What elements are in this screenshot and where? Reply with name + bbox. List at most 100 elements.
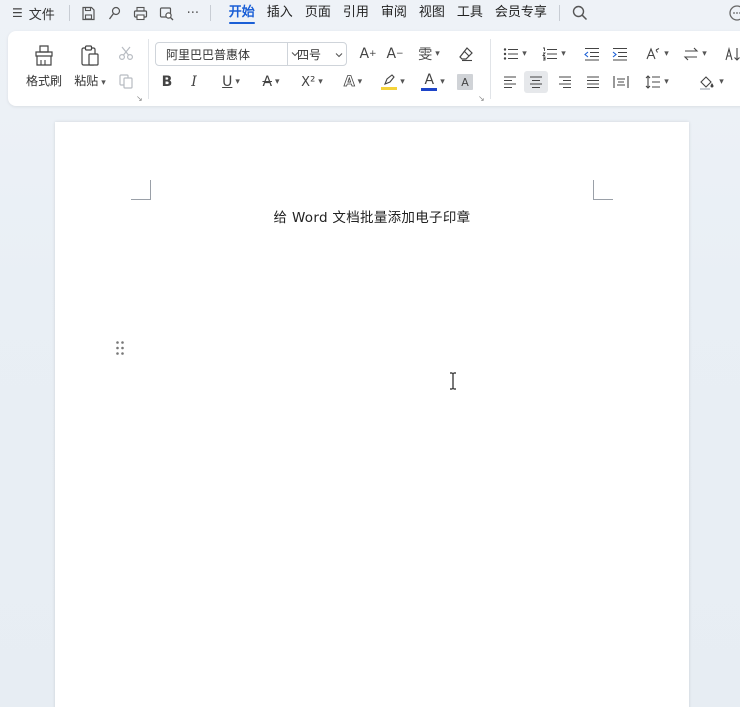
line-spacing-button[interactable]: ▾ xyxy=(640,71,674,93)
font-color-label: A xyxy=(424,71,435,88)
increase-indent-button[interactable] xyxy=(610,43,630,65)
sort-icon xyxy=(725,46,740,61)
search-icon[interactable] xyxy=(570,3,590,23)
strikethrough-label: A xyxy=(262,74,273,90)
tab-insert[interactable]: 插入 xyxy=(261,0,299,26)
tab-tools[interactable]: 工具 xyxy=(451,0,489,26)
bullet-list-icon xyxy=(504,48,519,60)
strikethrough-button[interactable]: A ▾ xyxy=(254,71,288,93)
swap-arrows-icon xyxy=(683,47,699,61)
align-left-button[interactable] xyxy=(499,71,521,93)
tab-member[interactable]: 会员专享 xyxy=(489,0,553,26)
tab-home[interactable]: 开始 xyxy=(223,0,261,26)
drag-handle-icon[interactable] xyxy=(115,340,125,356)
paste-label: 粘贴 ▾ xyxy=(74,73,106,88)
export-icon[interactable] xyxy=(106,4,124,22)
divider xyxy=(558,5,560,21)
underline-button[interactable]: U ▾ xyxy=(214,71,248,93)
paste-icon xyxy=(81,44,99,66)
group-divider xyxy=(148,39,149,99)
distribute-button[interactable] xyxy=(610,71,632,93)
format-painter-button[interactable]: 格式刷 xyxy=(22,41,66,91)
increase-indent-icon xyxy=(612,47,627,61)
margin-corner-marker xyxy=(593,180,613,200)
text-cursor-icon xyxy=(448,372,458,390)
ribbon-panel: 格式刷 粘贴 ▾ ↘ 阿里巴巴普惠体 四号 A + A − 雯 ▾ B I U ▾ A ▾ … xyxy=(8,31,740,106)
decrease-font-button[interactable]: A − xyxy=(385,43,405,65)
font-color-button[interactable]: A ▾ xyxy=(416,71,450,93)
shading-button[interactable]: ▾ xyxy=(694,71,728,93)
text-effect-label: A xyxy=(343,74,355,91)
margin-corner-marker xyxy=(131,180,151,200)
justify-icon xyxy=(587,76,599,88)
eraser-icon xyxy=(459,47,473,62)
text-direction-icon xyxy=(646,47,660,60)
document-title-text[interactable]: 给 Word 文档批量添加电子印章 xyxy=(55,206,689,226)
file-menu-label: 文件 xyxy=(28,7,55,23)
font-name-select[interactable]: 阿里巴巴普惠体 四号 xyxy=(155,42,347,66)
line-spacing-icon xyxy=(645,75,661,89)
italic-button[interactable]: I xyxy=(185,71,203,93)
tab-review[interactable]: 审阅 xyxy=(375,0,413,26)
highlight-color-swatch xyxy=(381,87,398,90)
char-shading-button[interactable]: A xyxy=(457,74,473,90)
ribbon-tabs: 开始 插入 页面 引用 审阅 视图 工具 会员专享 xyxy=(223,0,553,26)
tab-view[interactable]: 视图 xyxy=(413,0,451,26)
font-color-swatch xyxy=(421,87,438,91)
menu-bar: ☰ 文件 ··· 开始 插入 页面 引用 审阅 视图 工具 会员专享 xyxy=(0,0,740,26)
clear-format-button[interactable] xyxy=(455,43,477,65)
font-dialog-launcher-icon[interactable]: ↘ xyxy=(478,94,486,103)
copy-icon[interactable] xyxy=(116,71,136,91)
font-name-value: 阿里巴巴普惠体 xyxy=(166,47,251,62)
group-divider xyxy=(490,39,491,99)
font-size-value: 四号 xyxy=(297,47,322,62)
paint-bucket-icon xyxy=(700,76,714,90)
sort-direction-button[interactable]: ▾ xyxy=(679,43,711,65)
paste-button[interactable]: 粘贴 ▾ xyxy=(68,41,112,91)
sort-button[interactable] xyxy=(720,43,740,65)
superscript-label: X² xyxy=(301,74,316,90)
file-menu[interactable]: ☰ 文件 xyxy=(0,4,55,23)
decrease-indent-button[interactable] xyxy=(582,43,602,65)
divider xyxy=(68,5,70,21)
decrease-font-label: A xyxy=(386,46,397,62)
align-center-icon xyxy=(530,76,542,88)
format-painter-label: 格式刷 xyxy=(25,73,62,88)
superscript-button[interactable]: X² ▾ xyxy=(295,71,329,93)
format-painter-icon xyxy=(35,44,53,66)
highlighter-icon xyxy=(381,74,398,90)
justify-button[interactable] xyxy=(582,71,604,93)
increase-font-button[interactable]: A + xyxy=(358,43,378,65)
more-icon[interactable]: ··· xyxy=(184,4,202,22)
increase-font-label: A xyxy=(359,46,370,62)
clipboard-dialog-launcher-icon[interactable]: ↘ xyxy=(136,94,144,103)
align-left-icon xyxy=(504,76,516,88)
divider xyxy=(209,5,211,21)
distribute-icon xyxy=(613,76,629,88)
print-preview-icon[interactable] xyxy=(158,4,176,22)
hamburger-icon: ☰ xyxy=(12,6,23,20)
cloud-sync-icon[interactable] xyxy=(728,4,740,26)
tab-page[interactable]: 页面 xyxy=(299,0,337,26)
chevron-down-icon xyxy=(335,53,343,58)
phonetic-guide-button[interactable]: 雯 ▾ xyxy=(412,43,446,65)
underline-label: U xyxy=(222,74,233,90)
numbered-list-icon xyxy=(542,47,558,61)
align-center-button[interactable] xyxy=(524,71,548,93)
cut-icon[interactable] xyxy=(116,43,136,63)
text-direction-button[interactable]: ▾ xyxy=(640,43,672,65)
bold-button[interactable]: B xyxy=(158,71,176,93)
document-page[interactable]: 给 Word 文档批量添加电子印章 xyxy=(55,122,689,707)
text-effect-button[interactable]: A ▾ xyxy=(336,71,370,93)
bullet-list-button[interactable]: ▾ xyxy=(500,43,530,65)
phonetic-guide-label: 雯 xyxy=(418,47,433,63)
highlight-color-button[interactable]: ▾ xyxy=(376,71,410,93)
decrease-indent-icon xyxy=(584,47,599,61)
save-icon[interactable] xyxy=(80,4,98,22)
numbered-list-button[interactable]: ▾ xyxy=(539,43,569,65)
align-right-icon xyxy=(559,76,571,88)
font-color-icon: A xyxy=(421,71,438,91)
align-right-button[interactable] xyxy=(554,71,576,93)
print-icon[interactable] xyxy=(132,4,150,22)
tab-references[interactable]: 引用 xyxy=(337,0,375,26)
